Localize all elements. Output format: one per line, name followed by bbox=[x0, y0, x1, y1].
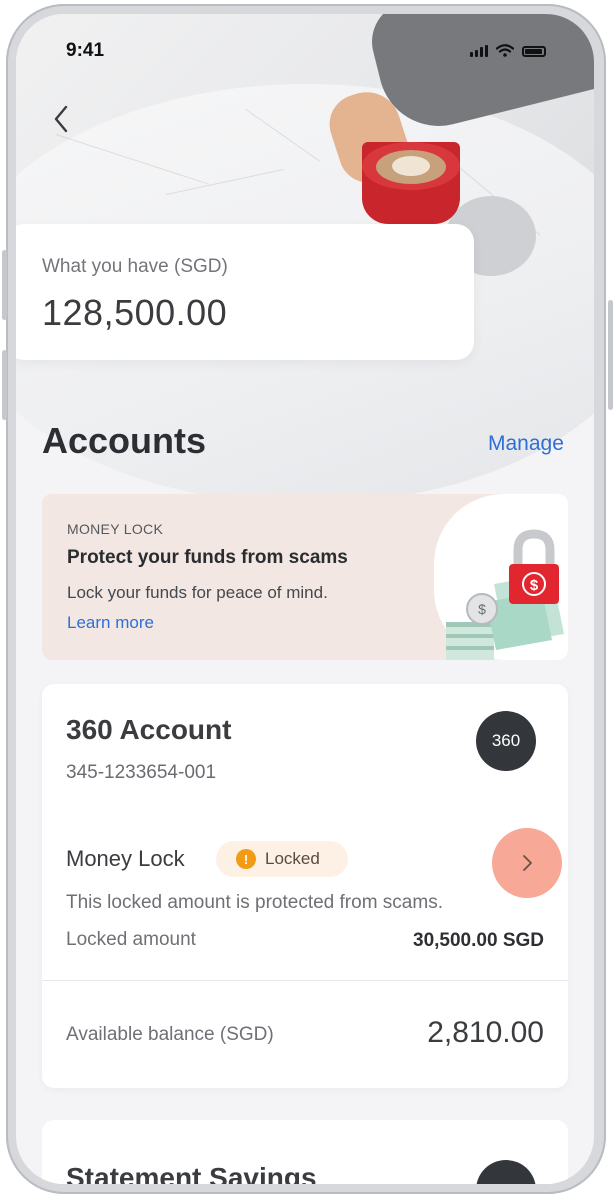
phone-mockup: 9:41 What you have (SGD) 128,500.00 Acco… bbox=[0, 0, 616, 1200]
back-button[interactable] bbox=[48, 102, 78, 136]
promo-title: Protect your funds from scams bbox=[67, 547, 348, 568]
available-balance-label: Available balance (SGD) bbox=[66, 1024, 274, 1045]
account-type-badge bbox=[476, 1160, 536, 1184]
account-card[interactable]: 360 Account 345-1233654-001 360 Money Lo… bbox=[42, 684, 568, 1088]
battery-icon bbox=[522, 46, 546, 57]
cellular-signal-icon bbox=[470, 45, 488, 57]
money-lock-description: This locked amount is protected from sca… bbox=[66, 892, 443, 913]
phone-power-button bbox=[608, 300, 613, 410]
money-lock-details-button[interactable] bbox=[492, 828, 562, 898]
app-screen: 9:41 What you have (SGD) 128,500.00 Acco… bbox=[16, 14, 594, 1184]
svg-text:$: $ bbox=[478, 601, 486, 617]
phone-side-button bbox=[2, 350, 7, 420]
money-lock-title: Money Lock bbox=[66, 846, 185, 871]
status-badge: ! Locked bbox=[216, 841, 348, 877]
padlock-dollar-icon: $ $ bbox=[446, 529, 564, 660]
chevron-left-icon bbox=[54, 105, 68, 133]
total-balance-value: 128,500.00 bbox=[42, 292, 228, 333]
chevron-right-icon bbox=[523, 855, 532, 871]
locked-amount-label: Locked amount bbox=[66, 929, 196, 950]
divider bbox=[42, 980, 568, 981]
status-time: 9:41 bbox=[66, 40, 105, 61]
wifi-icon bbox=[496, 44, 514, 57]
phone-side-button bbox=[2, 250, 7, 320]
status-icons bbox=[470, 44, 546, 57]
status-label: Locked bbox=[265, 849, 320, 868]
promo-eyebrow: MONEY LOCK bbox=[67, 521, 164, 537]
exclamation-icon: ! bbox=[236, 849, 256, 869]
available-balance-value: 2,810.00 bbox=[427, 1016, 544, 1049]
svg-text:$: $ bbox=[530, 577, 539, 594]
account-type-badge: 360 bbox=[476, 711, 536, 771]
account-number: 345-1233654-001 bbox=[66, 762, 217, 783]
promo-subtitle: Lock your funds for peace of mind. bbox=[67, 583, 328, 602]
manage-link[interactable]: Manage bbox=[488, 432, 564, 456]
account-name: 360 Account bbox=[66, 714, 232, 745]
promo-illustration: $ $ bbox=[434, 494, 568, 660]
total-balance-label: What you have (SGD) bbox=[42, 256, 228, 277]
money-lock-promo-banner[interactable]: MONEY LOCK Protect your funds from scams… bbox=[42, 494, 568, 660]
account-card-statement-savings[interactable]: Statement Savings bbox=[42, 1120, 568, 1184]
account-name: Statement Savings bbox=[66, 1162, 317, 1184]
learn-more-link[interactable]: Learn more bbox=[67, 613, 154, 633]
section-title: Accounts bbox=[42, 420, 207, 461]
locked-amount-value: 30,500.00 SGD bbox=[413, 930, 544, 951]
